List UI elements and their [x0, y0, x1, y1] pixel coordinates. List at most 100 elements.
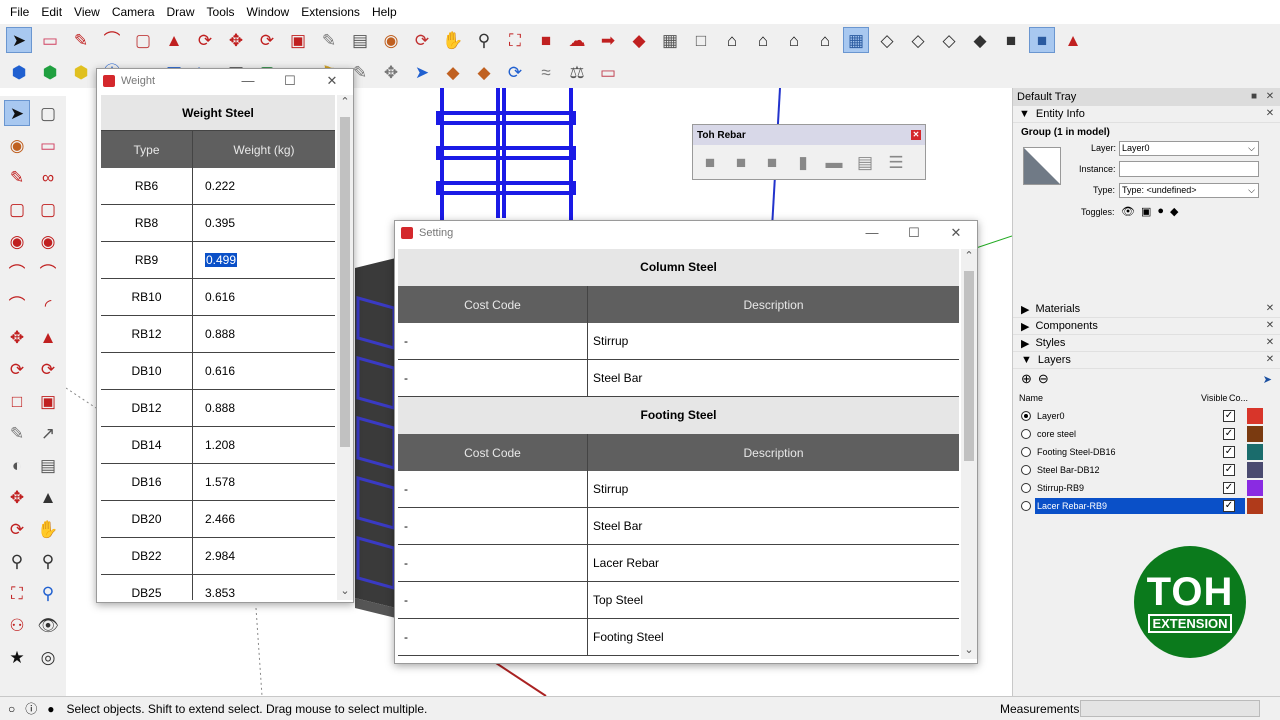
- 3d-text-icon[interactable]: ▲: [35, 484, 61, 510]
- close-icon[interactable]: ✕: [1264, 91, 1276, 103]
- footing-tool-icon[interactable]: ■: [697, 149, 723, 175]
- table-row[interactable]: - Steel Bar: [398, 508, 959, 545]
- active-layer-radio[interactable]: [1021, 429, 1031, 439]
- user-icon[interactable]: ●: [47, 702, 54, 716]
- warehouse-icon[interactable]: ■: [533, 27, 559, 53]
- pencil-icon[interactable]: ✎: [68, 27, 94, 53]
- textured-icon[interactable]: ■: [998, 27, 1024, 53]
- scroll-thumb[interactable]: [340, 117, 350, 447]
- tape-icon[interactable]: ✎: [316, 27, 342, 53]
- minimize-icon[interactable]: —: [851, 225, 893, 241]
- lock-icon[interactable]: ▣: [1141, 205, 1151, 218]
- table-row[interactable]: RB9 0.499: [101, 242, 335, 279]
- wireframe-icon[interactable]: ◇: [905, 27, 931, 53]
- maximize-icon[interactable]: ☐: [269, 73, 311, 89]
- zoom-extents-icon[interactable]: ⛶: [502, 27, 528, 53]
- setting-titlebar[interactable]: Setting — ☐ ✕: [395, 221, 977, 245]
- component-icon[interactable]: ▢: [35, 100, 61, 126]
- cost-code-cell[interactable]: -: [398, 471, 588, 508]
- scale-icon[interactable]: ⚖: [564, 59, 590, 85]
- close-icon[interactable]: ✕: [1264, 337, 1276, 349]
- table-row[interactable]: - Footing Steel: [398, 619, 959, 656]
- layer-color-swatch[interactable]: [1247, 498, 1263, 514]
- weight-value[interactable]: 0.888: [205, 327, 235, 341]
- pan-icon[interactable]: ✋: [35, 516, 61, 542]
- weight-value[interactable]: 0.395: [205, 216, 235, 230]
- scale-icon[interactable]: □: [4, 388, 30, 414]
- tray-section-layers[interactable]: ▼ Layers ✕: [1013, 352, 1280, 369]
- weight-cell[interactable]: 0.395: [193, 205, 335, 242]
- list-icon[interactable]: ☰: [883, 149, 909, 175]
- active-layer-radio[interactable]: [1021, 465, 1031, 475]
- close-icon[interactable]: ✕: [1264, 320, 1276, 332]
- footing2-tool-icon[interactable]: ■: [728, 149, 754, 175]
- table-row[interactable]: DB14 1.208: [101, 427, 335, 464]
- line-icon[interactable]: ✎: [4, 164, 30, 190]
- layer-color-swatch[interactable]: [1247, 426, 1263, 442]
- close-icon[interactable]: ✕: [935, 225, 977, 241]
- followme-icon[interactable]: ⟳: [35, 356, 61, 382]
- menu-window[interactable]: Window: [241, 0, 296, 24]
- table-row[interactable]: DB20 2.466: [101, 501, 335, 538]
- table-row[interactable]: - Stirrup: [398, 323, 959, 360]
- scroll-up-icon[interactable]: ⌃: [961, 249, 977, 265]
- receive-shadow-icon[interactable]: ◆: [1170, 205, 1178, 218]
- home-icon[interactable]: ⌂: [750, 27, 776, 53]
- layer-select[interactable]: Layer0 ⌵: [1119, 141, 1259, 156]
- hidden-line-icon[interactable]: ◇: [936, 27, 962, 53]
- freehand-icon[interactable]: ∞: [35, 164, 61, 190]
- close-icon[interactable]: ✕: [911, 130, 921, 140]
- layer-row[interactable]: Stirrup-RB9 ✓: [1013, 479, 1280, 497]
- scroll-up-icon[interactable]: ⌃: [337, 95, 353, 111]
- active-layer-radio[interactable]: [1021, 483, 1031, 493]
- zoom-window-icon[interactable]: ⚲: [35, 548, 61, 574]
- table-row[interactable]: - Lacer Rebar: [398, 545, 959, 582]
- table-row[interactable]: DB12 0.888: [101, 390, 335, 427]
- rotate-icon[interactable]: ⟳: [254, 27, 280, 53]
- beam-tool-icon[interactable]: ▬: [821, 149, 847, 175]
- weight-value[interactable]: 1.578: [205, 475, 235, 489]
- setting-scrollbar[interactable]: ⌃ ⌄: [961, 249, 977, 659]
- weight-cell[interactable]: 2.984: [193, 538, 335, 575]
- arc2-icon[interactable]: ⌒: [4, 292, 30, 318]
- iso-icon[interactable]: ⬢: [6, 59, 32, 85]
- menu-file[interactable]: File: [4, 0, 35, 24]
- polygon-icon[interactable]: ◉: [35, 228, 61, 254]
- table-row[interactable]: - Steel Bar: [398, 360, 959, 397]
- menu-tools[interactable]: Tools: [201, 0, 241, 24]
- weight-cell[interactable]: 0.616: [193, 279, 335, 316]
- house-icon[interactable]: ⌂: [719, 27, 745, 53]
- move-icon[interactable]: ✥: [223, 27, 249, 53]
- tray-section-materials[interactable]: ▶ Materials ✕: [1013, 301, 1280, 318]
- weight-value[interactable]: 0.616: [205, 290, 235, 304]
- toh-rebar-titlebar[interactable]: Toh Rebar ✕: [693, 125, 925, 145]
- weight-scrollbar[interactable]: ⌃ ⌄: [337, 95, 353, 600]
- scroll-thumb[interactable]: [964, 271, 974, 461]
- visible-checkbox[interactable]: ✓: [1223, 410, 1235, 422]
- menu-draw[interactable]: Draw: [161, 0, 201, 24]
- table-row[interactable]: DB16 1.578: [101, 464, 335, 501]
- weight-cell[interactable]: 0.616: [193, 353, 335, 390]
- geolocation-icon[interactable]: ○: [8, 702, 15, 716]
- pushpull-icon[interactable]: ▲: [161, 27, 187, 53]
- table-row[interactable]: DB22 2.984: [101, 538, 335, 575]
- visible-checkbox[interactable]: ✓: [1223, 482, 1235, 494]
- arc3-icon[interactable]: ◜: [35, 292, 61, 318]
- walk-icon[interactable]: ★: [4, 644, 30, 670]
- eraser-icon[interactable]: ▭: [37, 27, 63, 53]
- active-layer-radio[interactable]: [1021, 447, 1031, 457]
- layer-color-swatch[interactable]: [1247, 480, 1263, 496]
- layer-row[interactable]: core steel ✓: [1013, 425, 1280, 443]
- eraser2-icon[interactable]: ▭: [595, 59, 621, 85]
- eraser-icon[interactable]: ▭: [35, 132, 61, 158]
- add-layer-icon[interactable]: ⊕: [1021, 371, 1032, 387]
- menu-edit[interactable]: Edit: [35, 0, 68, 24]
- weight-value[interactable]: 3.853: [205, 586, 235, 600]
- rotated-rect-icon[interactable]: ▢: [35, 196, 61, 222]
- axes-icon[interactable]: ✥: [4, 484, 30, 510]
- text-icon[interactable]: ▤: [347, 27, 373, 53]
- dimension-icon[interactable]: ↗: [35, 420, 61, 446]
- type-select[interactable]: Type: <undefined> ⌵: [1119, 183, 1259, 198]
- previous-icon[interactable]: ⚲: [35, 580, 61, 606]
- layout-icon[interactable]: ◆: [440, 59, 466, 85]
